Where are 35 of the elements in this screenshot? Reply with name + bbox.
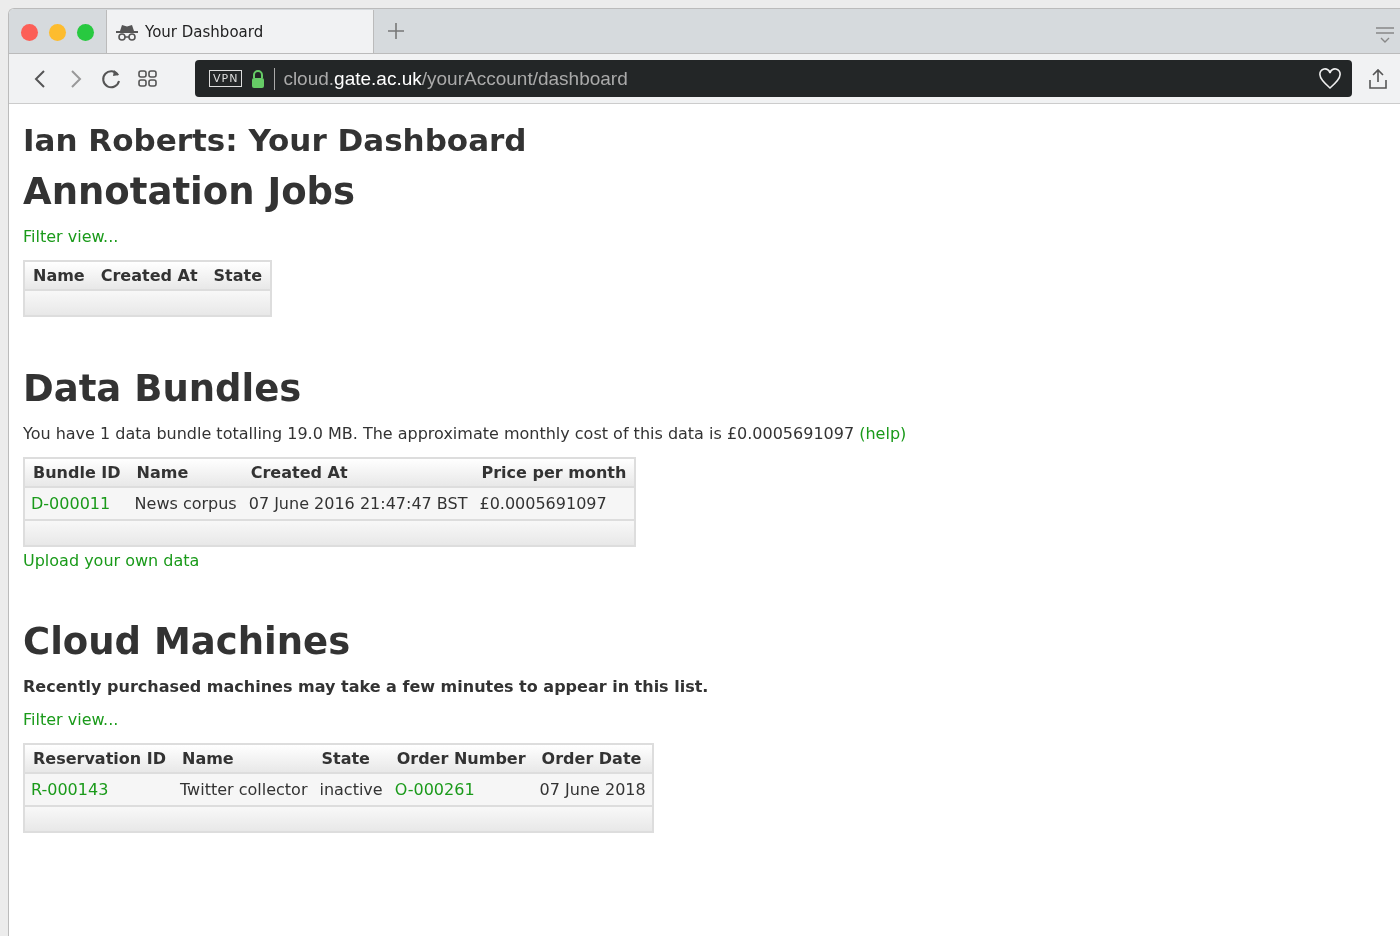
grid-icon[interactable]: [137, 67, 159, 90]
section-heading: Cloud Machines: [23, 620, 352, 663]
page-title: Ian Roberts: Your Dashboard: [23, 122, 528, 158]
tab-list-icon[interactable]: [1374, 25, 1396, 45]
column-header: Created At: [92, 261, 206, 290]
summary-text: You have 1 data bundle totalling 19.0 MB. The approximate monthly cost of this data is £0.0005691097 (help): [23, 424, 908, 443]
filter-link[interactable]: Filter view...: [23, 710, 1386, 729]
heart-icon[interactable]: [1318, 67, 1342, 90]
column-header: State: [313, 744, 389, 773]
column-header: Price per month: [473, 458, 636, 487]
column-header: Reservation ID: [24, 744, 174, 773]
column-header: State: [205, 261, 272, 290]
column-header: Bundle ID: [24, 458, 129, 487]
section-heading: Data Bundles: [23, 367, 303, 410]
column-header: Name: [174, 744, 314, 773]
section-heading: Annotation Jobs: [23, 170, 357, 213]
column-header: Name: [128, 458, 243, 487]
column-header: Order Date: [533, 744, 653, 773]
share-icon[interactable]: [1366, 66, 1390, 91]
column-header: Name: [24, 261, 93, 290]
incognito-icon: [115, 22, 139, 41]
address-bar[interactable]: VPN cloud.gate.ac.uk/yourAccount/dashboard: [195, 60, 1352, 97]
browser-tab[interactable]: Your Dashboard: [106, 10, 374, 53]
filter-link[interactable]: Filter view...: [23, 227, 1386, 246]
url-text: cloud.gate.ac.uk/yourAccount/dashboard: [274, 67, 628, 90]
close-window-icon[interactable]: [21, 24, 38, 41]
lock-icon: [250, 68, 267, 89]
column-header: Created At: [242, 458, 474, 487]
upload-link[interactable]: Upload your own data: [23, 551, 1386, 570]
help-link[interactable]: (help): [859, 424, 907, 443]
zoom-window-icon[interactable]: [77, 24, 94, 41]
vpn-badge[interactable]: VPN: [209, 70, 243, 87]
column-header: Order Number: [388, 744, 534, 773]
new-tab-icon[interactable]: [386, 21, 406, 41]
note-text: Recently purchased machines may take a few minutes to appear in this list.: [23, 677, 710, 696]
